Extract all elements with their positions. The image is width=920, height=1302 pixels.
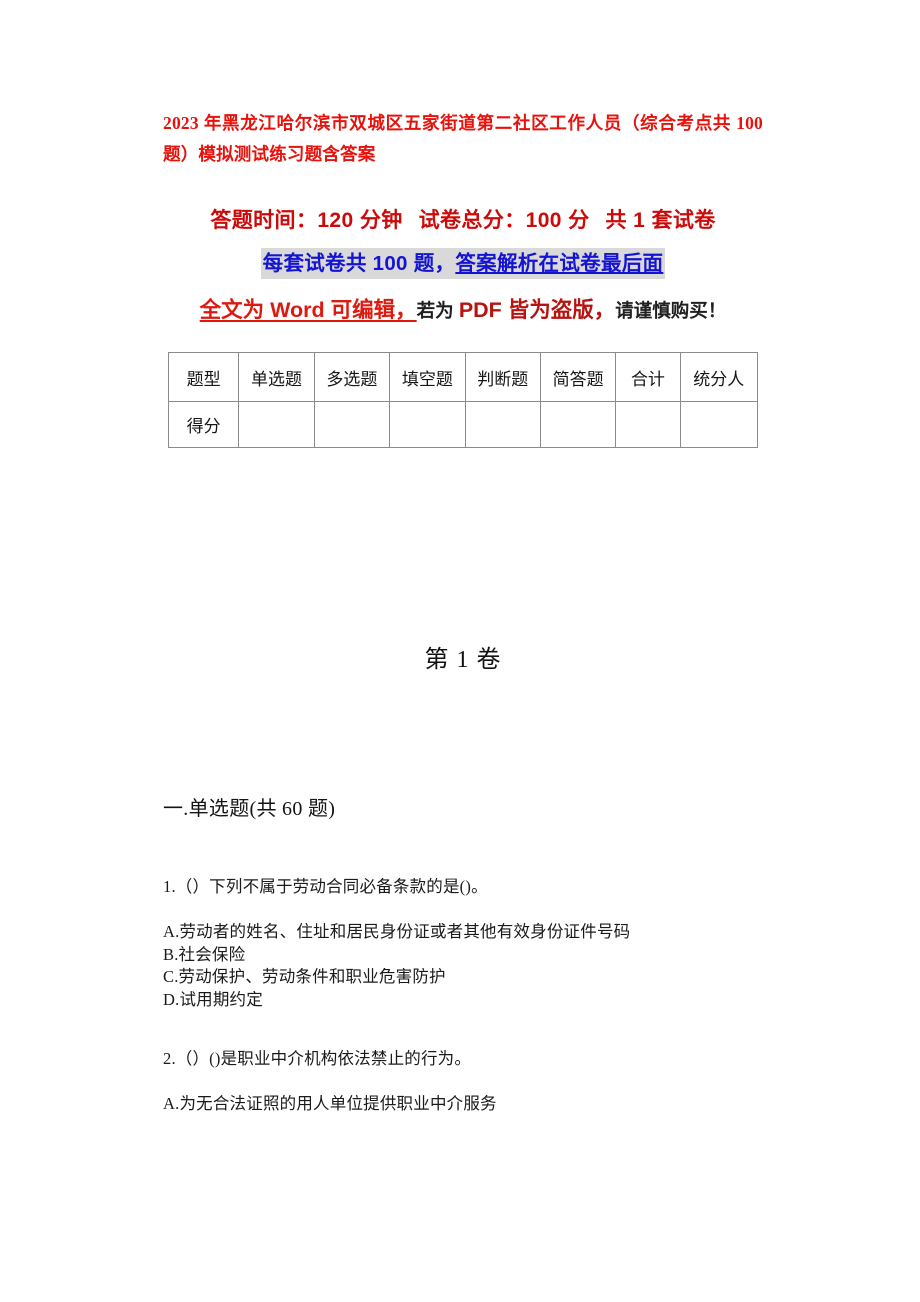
score-cell[interactable] bbox=[313, 401, 391, 448]
per-set-note-row: 每套试卷共 100 题，答案解析在试卷最后面 bbox=[163, 248, 763, 279]
question-option[interactable]: A.为无合法证照的用人单位提供职业中介服务 bbox=[163, 1093, 763, 1116]
exam-set-count-label: 共 1 套试卷 bbox=[605, 209, 716, 232]
score-table: 题型 单选题 多选题 填空题 判断题 简答题 合计 统分人 得分 bbox=[167, 352, 759, 448]
score-cell[interactable] bbox=[389, 401, 466, 448]
score-table-header-cell: 合计 bbox=[615, 352, 681, 402]
question-options: A.为无合法证照的用人单位提供职业中介服务 bbox=[163, 1093, 763, 1116]
piracy-notice-caution: 请谨慎购买！ bbox=[615, 300, 727, 321]
question-item: 2.（）()是职业中介机构依法禁止的行为。 A.为无合法证照的用人单位提供职业中… bbox=[163, 1047, 763, 1116]
exam-total-score-label: 试卷总分：100 分 bbox=[418, 209, 590, 232]
score-cell[interactable] bbox=[238, 401, 315, 448]
question-options: A.劳动者的姓名、住址和居民身份证或者其他有效身份证件号码 B.社会保险 C.劳… bbox=[163, 921, 763, 1011]
score-row-label: 得分 bbox=[167, 401, 240, 448]
score-cell[interactable] bbox=[539, 401, 617, 448]
per-set-note: 每套试卷共 100 题，答案解析在试卷最后面 bbox=[260, 248, 666, 279]
score-table-header-cell: 题型 bbox=[167, 352, 240, 402]
question-stem: 2.（）()是职业中介机构依法禁止的行为。 bbox=[163, 1049, 472, 1068]
page-title-line-1: 2023 年黑龙江哈尔滨市双城区五家街道第二社区工作人员（综合考点共 100 bbox=[163, 113, 763, 133]
score-table-header-cell: 简答题 bbox=[539, 352, 617, 402]
score-table-row: 得分 bbox=[167, 401, 759, 448]
question-option[interactable]: C.劳动保护、劳动条件和职业危害防护 bbox=[163, 966, 763, 989]
score-cell[interactable] bbox=[464, 401, 541, 448]
question-list: 1.（）下列不属于劳动合同必备条款的是()。 A.劳动者的姓名、住址和居民身份证… bbox=[163, 875, 763, 1116]
piracy-notice-pdf: PDF 皆为盗版， bbox=[458, 298, 616, 322]
document-page: 2023 年黑龙江哈尔滨市双城区五家街道第二社区工作人员（综合考点共 100 题）… bbox=[0, 0, 920, 1302]
score-cell[interactable] bbox=[615, 401, 681, 448]
page-content: 2023 年黑龙江哈尔滨市双城区五家街道第二社区工作人员（综合考点共 100 题）… bbox=[163, 0, 763, 1116]
piracy-notice-word-editable: 全文为 Word 可编辑， bbox=[199, 298, 417, 322]
question-option[interactable]: D.试用期约定 bbox=[163, 989, 763, 1012]
question-stem: 1.（）下列不属于劳动合同必备条款的是()。 bbox=[163, 877, 488, 896]
score-table-header-cell: 多选题 bbox=[313, 352, 391, 402]
question-option[interactable]: B.社会保险 bbox=[163, 944, 763, 967]
page-title: 2023 年黑龙江哈尔滨市双城区五家街道第二社区工作人员（综合考点共 100 题）… bbox=[163, 0, 763, 170]
per-set-note-count: 每套试卷共 100 题， bbox=[262, 252, 456, 275]
exam-info-block: 答题时间：120 分钟 试卷总分：100 分共 1 套试卷 每套试卷共 100 题… bbox=[163, 204, 763, 328]
exam-duration-label: 答题时间：120 分钟 bbox=[210, 209, 403, 232]
score-table-header-cell: 单选题 bbox=[238, 352, 315, 402]
question-item: 1.（）下列不属于劳动合同必备条款的是()。 A.劳动者的姓名、住址和居民身份证… bbox=[163, 875, 763, 1011]
piracy-notice-if: 若为 bbox=[416, 300, 459, 321]
score-table-header-cell: 统分人 bbox=[679, 352, 759, 402]
piracy-notice: 全文为 Word 可编辑，若为 PDF 皆为盗版，请谨慎购买！ bbox=[163, 293, 763, 328]
question-option[interactable]: A.劳动者的姓名、住址和居民身份证或者其他有效身份证件号码 bbox=[163, 921, 763, 944]
score-table-header-cell: 判断题 bbox=[464, 352, 541, 402]
volume-heading: 第 1 卷 bbox=[424, 647, 502, 673]
answer-location-note: 答案解析在试卷最后面 bbox=[455, 252, 664, 275]
page-title-line-2: 题）模拟测试练习题含答案 bbox=[163, 144, 376, 164]
score-table-wrap: 题型 单选题 多选题 填空题 判断题 简答题 合计 统分人 得分 bbox=[163, 352, 763, 448]
score-cell[interactable] bbox=[679, 401, 759, 448]
score-table-header-row: 题型 单选题 多选题 填空题 判断题 简答题 合计 统分人 bbox=[167, 352, 759, 402]
exam-info-line: 答题时间：120 分钟 试卷总分：100 分共 1 套试卷 bbox=[163, 204, 763, 238]
section-heading: 一.单选题(共 60 题) bbox=[163, 798, 336, 820]
score-table-header-cell: 填空题 bbox=[389, 352, 466, 402]
